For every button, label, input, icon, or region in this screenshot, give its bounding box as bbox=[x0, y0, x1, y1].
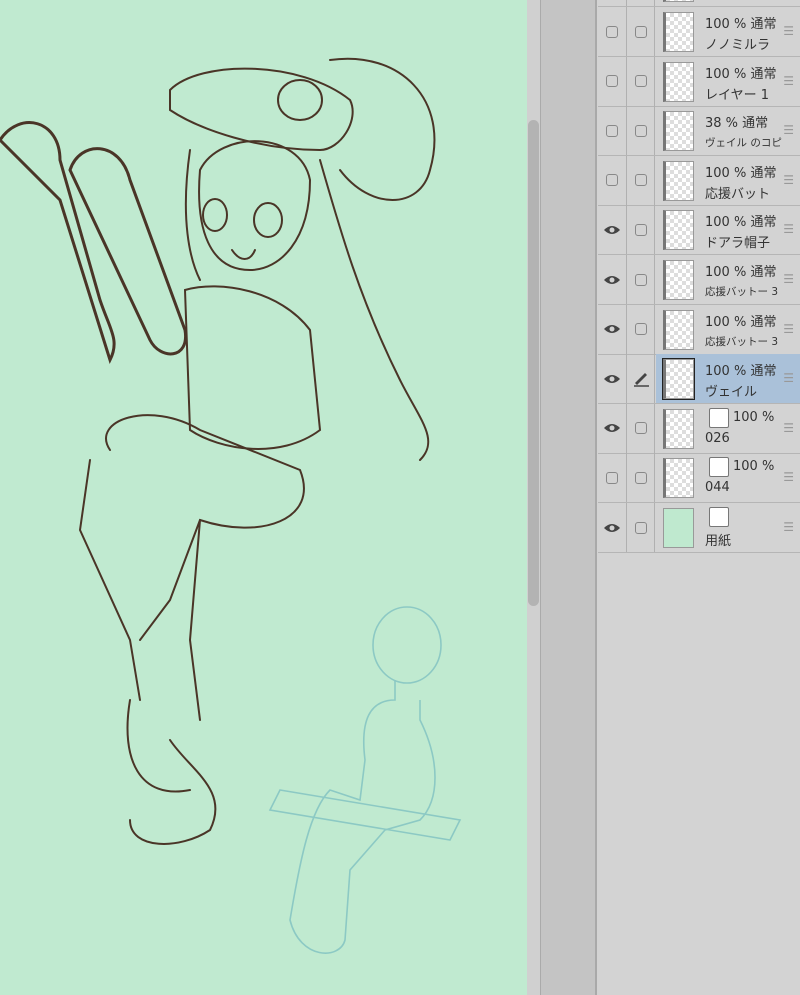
layer-row[interactable]: 38 % 通常 ヴェイル のコピ ☰ bbox=[598, 106, 800, 157]
lock-checkbox[interactable] bbox=[634, 273, 647, 286]
character-sketch bbox=[0, 57, 436, 845]
paper-icon bbox=[709, 507, 729, 527]
lock-checkbox[interactable] bbox=[634, 223, 647, 236]
layer-name: ヴェイル bbox=[705, 385, 758, 401]
drag-handle-icon[interactable]: ☰ bbox=[783, 24, 794, 38]
layer-row[interactable]: 100 % 044 ☰ bbox=[598, 453, 800, 504]
eye-icon[interactable] bbox=[603, 422, 621, 434]
layer-row[interactable]: 100 % 通常 ノノミルラ ☰ bbox=[598, 7, 800, 57]
lock-checkbox[interactable] bbox=[634, 124, 647, 137]
drag-handle-icon[interactable]: ☰ bbox=[783, 421, 794, 435]
visibility-checkbox[interactable] bbox=[606, 471, 618, 484]
eye-icon[interactable] bbox=[603, 323, 621, 335]
drag-handle-icon[interactable]: ☰ bbox=[783, 272, 794, 286]
layer-row[interactable]: 用紙 ☰ bbox=[598, 503, 800, 553]
layer-row[interactable]: 100 % 通常 応援バット ☰ bbox=[598, 155, 800, 206]
drag-handle-icon[interactable]: ☰ bbox=[783, 371, 794, 385]
drag-handle-icon[interactable]: ☰ bbox=[783, 322, 794, 336]
layer-name: 応援バットー 3 bbox=[705, 286, 779, 298]
layer-thumbnail bbox=[663, 309, 694, 350]
layer-panel: 100 % 通常 ノノミルラ ☰ 100 % 通常 レイヤー 1 ☰ 38 % 通常 ヴェイル… bbox=[598, 0, 800, 995]
layer-thumbnail bbox=[663, 61, 694, 102]
lock-checkbox[interactable] bbox=[634, 521, 647, 534]
layer-opacity-blend: 100 % 通常 bbox=[705, 66, 777, 82]
layer-name: 用紙 bbox=[705, 534, 732, 549]
layer-opacity-blend: 100 % 通常 bbox=[705, 364, 777, 380]
lock-checkbox[interactable] bbox=[634, 75, 647, 88]
layer-thumbnail bbox=[662, 358, 695, 401]
drag-handle-icon[interactable]: ☰ bbox=[783, 123, 794, 137]
layer-name: 044 bbox=[705, 480, 730, 496]
layer-name: ドアラ帽子 bbox=[705, 236, 771, 252]
layer-thumbnail bbox=[663, 408, 694, 449]
layer-thumbnail bbox=[663, 260, 694, 300]
eye-icon[interactable] bbox=[603, 373, 621, 385]
drag-handle-icon[interactable]: ☰ bbox=[783, 74, 794, 88]
lock-checkbox[interactable] bbox=[634, 471, 647, 484]
layer-thumbnail bbox=[663, 160, 694, 201]
layer-row-partial[interactable] bbox=[598, 0, 800, 7]
drag-handle-icon[interactable]: ☰ bbox=[783, 470, 794, 484]
drag-handle-icon[interactable]: ☰ bbox=[783, 173, 794, 187]
layer-thumbnail bbox=[663, 12, 694, 52]
layer-row[interactable]: 100 % 通常 応援バットー 3 ☰ bbox=[598, 304, 800, 355]
layer-thumbnail bbox=[663, 210, 694, 251]
layer-thumbnail bbox=[663, 458, 694, 499]
layer-opacity: 100 % bbox=[733, 409, 775, 425]
layer-row[interactable]: 100 % 026 ☰ bbox=[598, 403, 800, 454]
layer-opacity-blend: 100 % 通常 bbox=[705, 165, 777, 181]
eye-icon[interactable] bbox=[603, 522, 621, 534]
layer-name: 応援バット bbox=[705, 186, 771, 202]
lock-checkbox[interactable] bbox=[634, 422, 647, 435]
scrollbar-thumb[interactable] bbox=[528, 120, 539, 606]
drag-handle-icon[interactable]: ☰ bbox=[783, 222, 794, 236]
drag-handle-icon[interactable]: ☰ bbox=[783, 520, 794, 534]
eye-icon[interactable] bbox=[603, 224, 621, 236]
layer-opacity-blend: 100 % 通常 bbox=[705, 215, 777, 231]
layer-thumbnail bbox=[663, 508, 694, 548]
layer-name: 026 bbox=[705, 430, 730, 446]
lock-checkbox[interactable] bbox=[634, 323, 647, 336]
layer-opacity-blend: 100 % 通常 bbox=[705, 17, 777, 32]
layer-row[interactable]: 100 % 通常 ヴェイル ☰ bbox=[598, 354, 800, 405]
lock-checkbox[interactable] bbox=[634, 25, 647, 38]
pen-icon bbox=[633, 372, 649, 387]
layer-row[interactable]: 100 % 通常 レイヤー 1 ☰ bbox=[598, 56, 800, 107]
eye-icon[interactable] bbox=[603, 274, 621, 286]
sketch-artwork bbox=[0, 57, 462, 954]
layer-row[interactable]: 100 % 通常 応援バットー 3 ☰ bbox=[598, 255, 800, 305]
3d-mannequin bbox=[268, 606, 462, 954]
visibility-checkbox[interactable] bbox=[606, 174, 618, 187]
visibility-checkbox[interactable] bbox=[606, 25, 618, 38]
3d-layer-icon bbox=[709, 407, 729, 428]
3d-layer-icon bbox=[709, 457, 729, 478]
layer-name: ノノミルラ bbox=[705, 38, 771, 53]
layer-row[interactable]: 100 % 通常 ドアラ帽子 ☰ bbox=[598, 205, 800, 256]
layer-opacity-blend: 38 % 通常 bbox=[705, 116, 769, 132]
drawing-canvas[interactable] bbox=[0, 0, 527, 995]
side-panel-gap bbox=[541, 0, 597, 995]
layer-opacity: 100 % bbox=[733, 459, 775, 475]
layer-name: 応援バットー 3 bbox=[705, 335, 779, 348]
visibility-checkbox[interactable] bbox=[606, 124, 618, 137]
layer-thumbnail bbox=[663, 111, 694, 152]
layer-opacity-blend: 100 % 通常 bbox=[705, 314, 777, 330]
layer-name: レイヤー 1 bbox=[705, 87, 770, 103]
canvas-vertical-scrollbar[interactable] bbox=[527, 0, 541, 995]
layer-name: ヴェイル のコピ bbox=[705, 137, 782, 150]
visibility-checkbox[interactable] bbox=[606, 75, 618, 88]
layer-opacity-blend: 100 % 通常 bbox=[705, 265, 777, 280]
lock-checkbox[interactable] bbox=[634, 174, 647, 187]
